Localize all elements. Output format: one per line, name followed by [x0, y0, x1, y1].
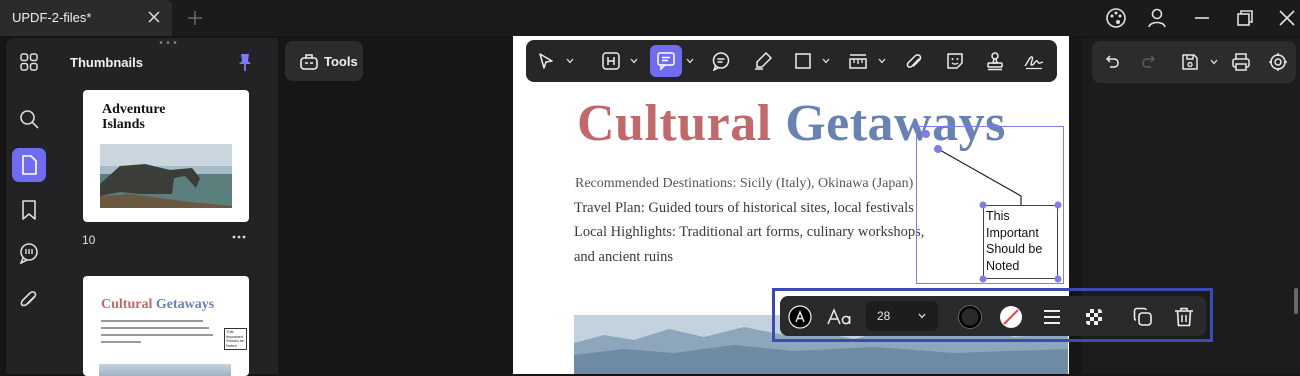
restore-icon[interactable]	[1234, 7, 1256, 29]
measure-icon[interactable]	[848, 51, 868, 71]
comment-icon[interactable]	[711, 51, 731, 71]
chevron-down-icon[interactable]	[822, 58, 830, 64]
page-number: 10	[82, 233, 96, 247]
undo-icon[interactable]	[1102, 52, 1122, 72]
opacity-icon[interactable]	[1082, 305, 1106, 329]
text-line	[101, 334, 213, 336]
font-size-select[interactable]: 28	[866, 301, 938, 331]
callout-text-box[interactable]: This Important Should be Noted	[983, 205, 1058, 279]
pin-icon[interactable]	[236, 52, 254, 72]
text-line	[101, 327, 209, 329]
callout-icon	[657, 52, 675, 71]
rectangle-icon[interactable]	[793, 51, 813, 71]
tab-title: UPDF-2-files*	[12, 10, 92, 25]
vertical-scrollbar[interactable]	[1294, 288, 1298, 314]
sea-arch-image	[100, 144, 232, 208]
chevron-down-icon[interactable]	[1210, 59, 1218, 65]
page-tab-active[interactable]	[12, 148, 46, 182]
highlights-line: Local Highlights: Traditional art forms,…	[574, 224, 925, 240]
callout-properties-bar: 28	[780, 296, 1206, 336]
thumbnails-icon[interactable]	[18, 51, 40, 73]
sticker-icon[interactable]	[945, 51, 965, 71]
tools-label: Tools	[324, 54, 358, 69]
annotation-toolbar	[526, 40, 1057, 82]
text-line	[101, 320, 203, 322]
drag-handle-icon[interactable]	[158, 40, 178, 45]
thumbnail-callout: This Important Should be Noted	[224, 328, 247, 350]
chevron-down-icon[interactable]	[566, 58, 574, 64]
close-window-icon[interactable]	[1276, 7, 1298, 29]
border-color-icon[interactable]	[958, 305, 982, 329]
thumbnails-panel: Thumbnails Adventure Islands 10 Cultural…	[52, 38, 278, 376]
font-style-icon[interactable]	[826, 305, 854, 329]
line-style-icon[interactable]	[1040, 305, 1064, 329]
thumbnail-title: Cultural Getaways	[101, 297, 215, 312]
toolbox-icon	[300, 54, 318, 70]
ruins-line: and ancient ruins	[574, 249, 674, 265]
chevron-down-icon[interactable]	[686, 58, 694, 64]
new-tab-icon[interactable]	[186, 9, 204, 27]
redo-icon[interactable]	[1139, 52, 1159, 72]
attach-icon[interactable]	[904, 51, 924, 71]
delete-icon[interactable]	[1172, 305, 1196, 329]
quick-actions-bar	[1092, 41, 1296, 83]
fill-color-icon[interactable]	[999, 305, 1023, 329]
attachment-icon[interactable]	[18, 288, 40, 310]
destinations-line: Recommended Destinations: Sicily (Italy)…	[575, 176, 914, 191]
chevron-down-icon[interactable]	[878, 58, 886, 64]
left-rail	[6, 38, 52, 374]
thumbnail-title: Adventure Islands	[102, 102, 166, 132]
account-icon[interactable]	[1146, 7, 1168, 29]
text-box-icon[interactable]	[601, 51, 621, 71]
stamp-icon[interactable]	[985, 51, 1005, 71]
mountain-image	[99, 364, 231, 376]
print-icon[interactable]	[1231, 52, 1251, 72]
save-icon[interactable]	[1180, 52, 1200, 72]
minimize-icon[interactable]	[1191, 7, 1213, 29]
theme-icon[interactable]	[1105, 7, 1127, 29]
chevron-down-icon	[918, 313, 926, 319]
search-icon[interactable]	[18, 108, 40, 130]
thumbnails-title: Thumbnails	[70, 55, 143, 70]
more-options-icon[interactable]	[232, 234, 246, 240]
close-tab-icon[interactable]	[146, 9, 162, 25]
font-color-icon[interactable]	[788, 305, 812, 329]
highlighter-icon[interactable]	[753, 51, 773, 71]
chevron-down-icon[interactable]	[630, 58, 638, 64]
signature-icon[interactable]	[1024, 51, 1044, 71]
select-icon[interactable]	[536, 51, 556, 71]
bookmark-icon[interactable]	[18, 199, 40, 221]
duplicate-icon[interactable]	[1131, 305, 1155, 329]
callout-tool-active[interactable]	[650, 45, 682, 77]
tools-button[interactable]: Tools	[285, 41, 363, 81]
font-size-value: 28	[877, 309, 891, 323]
page-thumbnail-11[interactable]: Cultural Getaways This Important Should …	[83, 276, 249, 376]
document-tab[interactable]: UPDF-2-files*	[0, 0, 172, 36]
comments-icon[interactable]	[18, 242, 40, 264]
ai-assistant-icon[interactable]	[1268, 52, 1288, 72]
text-line	[101, 341, 141, 343]
title-bar: UPDF-2-files*	[0, 0, 1300, 36]
travel-plan-line: Travel Plan: Guided tours of historical …	[574, 200, 914, 216]
page-thumbnail-10[interactable]: Adventure Islands	[83, 90, 249, 222]
page-icon	[22, 155, 37, 175]
